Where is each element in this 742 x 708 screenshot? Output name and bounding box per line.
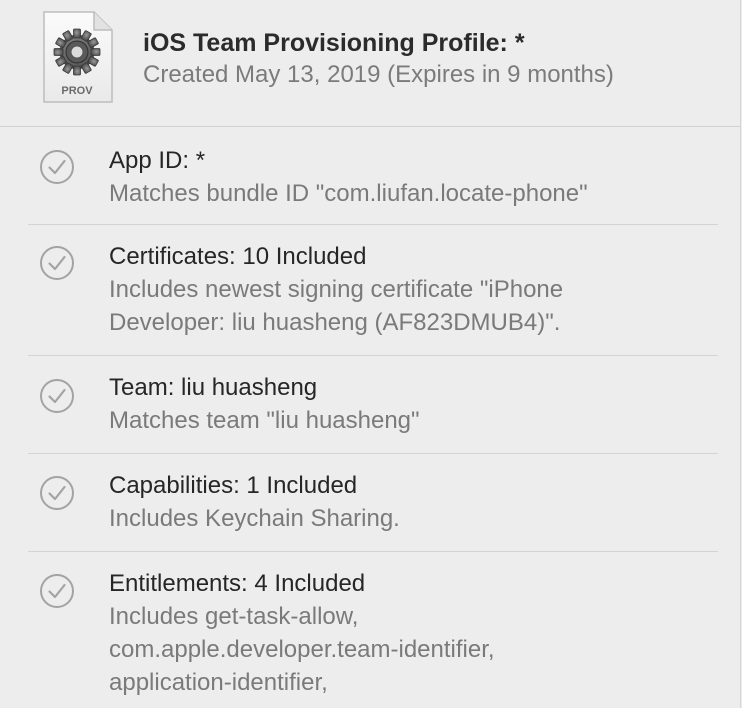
row-detail-line: Matches bundle ID "com.liufan.locate-pho… <box>109 180 588 207</box>
row-detail-line: com.apple.developer.team-identifier, <box>109 636 495 663</box>
row-detail-line: application-identifier, <box>109 669 328 696</box>
row-detail: Matches bundle ID "com.liufan.locate-pho… <box>109 177 718 210</box>
checkmark-circle-icon <box>40 246 74 280</box>
row-team: Team: liu huasheng Matches team "liu hua… <box>28 356 718 454</box>
row-detail-line: Includes Keychain Sharing. <box>109 505 400 532</box>
row-detail: Matches team "liu huasheng" <box>109 404 718 437</box>
row-title: Team: liu huasheng <box>109 374 318 401</box>
checkmark-circle-icon <box>40 574 74 608</box>
row-title: Capabilities: 1 Included <box>109 472 358 499</box>
row-detail-line: Includes get-task-allow, <box>109 603 359 630</box>
row-detail: Includes newest signing certificate "iPh… <box>109 273 718 339</box>
checkmark-circle-icon <box>40 379 74 413</box>
checkmark-circle-icon <box>40 476 74 510</box>
row-title: Certificates: 10 Included <box>109 243 367 270</box>
row-title: App ID: * <box>109 147 206 174</box>
checkmark-circle-icon <box>40 150 74 184</box>
row-capabilities: Capabilities: 1 Included Includes Keycha… <box>28 454 718 552</box>
profile-header: PROV iOS Team Provisioning Profile: * Cr… <box>0 0 741 127</box>
icon-label: PROV <box>61 85 93 97</box>
row-detail-line: Includes newest signing certificate "iPh… <box>109 276 564 303</box>
row-detail: Includes Keychain Sharing. <box>109 502 718 535</box>
provisioning-profile-popover: PROV iOS Team Provisioning Profile: * Cr… <box>0 0 741 708</box>
row-certificates: Certificates: 10 Included Includes newes… <box>28 225 718 356</box>
row-entitlements: Entitlements: 4 Included Includes get-ta… <box>28 552 718 708</box>
profile-title: iOS Team Provisioning Profile: * <box>143 29 525 57</box>
row-detail: Includes get-task-allow, com.apple.devel… <box>109 600 718 699</box>
profile-details-list: App ID: * Matches bundle ID "com.liufan.… <box>0 127 741 708</box>
row-detail-line: Developer: liu huasheng (AF823DMUB4)". <box>109 309 561 336</box>
row-detail-line: Matches team "liu huasheng" <box>109 407 420 434</box>
row-title: Entitlements: 4 Included <box>109 570 366 597</box>
provisioning-profile-file-icon: PROV <box>43 11 113 103</box>
row-app-id: App ID: * Matches bundle ID "com.liufan.… <box>28 127 718 225</box>
profile-created-date: Created May 13, 2019 (Expires in 9 month… <box>143 61 614 88</box>
